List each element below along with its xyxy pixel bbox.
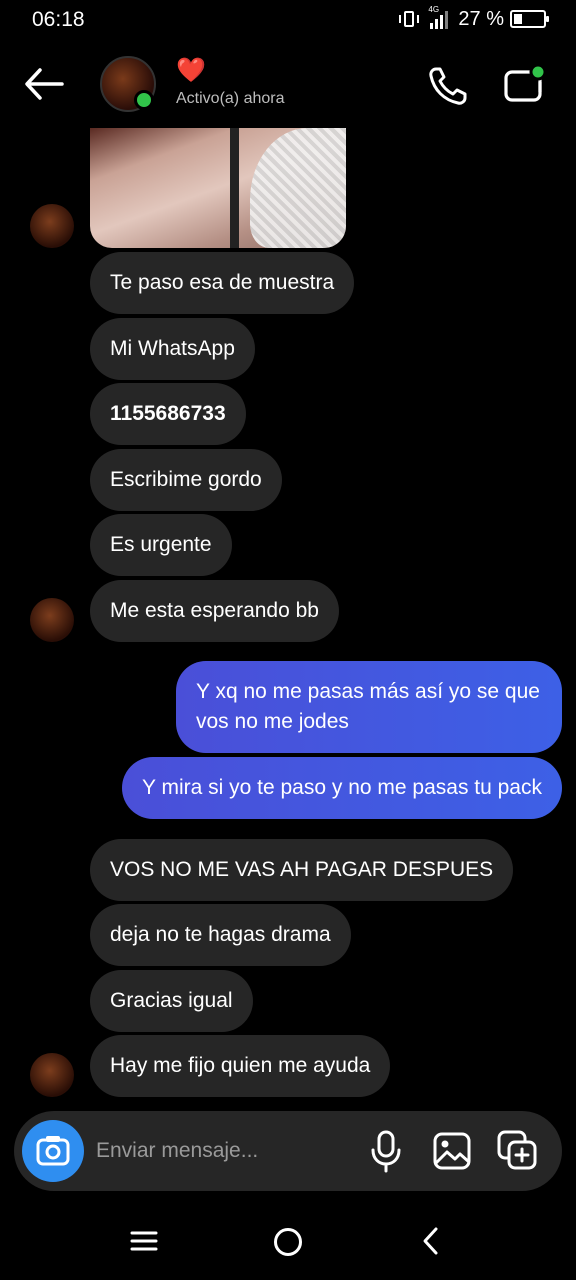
- sender-avatar[interactable]: [30, 1053, 74, 1097]
- battery-percent: 27 %: [458, 7, 504, 30]
- activity-status: Activo(a) ahora: [176, 90, 285, 107]
- outgoing-message[interactable]: Y mira si yo te paso y no me pasas tu pa…: [122, 757, 562, 819]
- home-icon[interactable]: [274, 1228, 302, 1256]
- sender-avatar[interactable]: [30, 204, 74, 248]
- camera-button[interactable]: [22, 1120, 84, 1182]
- incoming-message[interactable]: deja no te hagas drama: [90, 904, 351, 966]
- camera-icon: [36, 1136, 70, 1166]
- clock: 06:18: [32, 8, 85, 31]
- back-chevron-icon[interactable]: [420, 1226, 442, 1256]
- chat-header: ❤️ Activo(a) ahora: [0, 50, 576, 120]
- microphone-icon[interactable]: [370, 1129, 402, 1173]
- message-thread[interactable]: Te paso esa de muestra Mi WhatsApp 11556…: [0, 128, 576, 1103]
- sender-avatar[interactable]: [30, 598, 74, 642]
- network-type: 4G: [428, 5, 440, 14]
- video-call-icon[interactable]: [500, 64, 550, 108]
- incoming-message[interactable]: Escribime gordo: [90, 449, 282, 511]
- vibrate-icon: [398, 8, 420, 30]
- recent-apps-icon[interactable]: [130, 1228, 158, 1254]
- outgoing-message[interactable]: Y xq no me pasas más así yo se que vos n…: [176, 661, 562, 753]
- incoming-message[interactable]: Me esta esperando bb: [90, 580, 339, 642]
- incoming-message[interactable]: Es urgente: [90, 514, 232, 576]
- incoming-message[interactable]: Gracias igual: [90, 970, 253, 1032]
- message-composer: Enviar mensaje...: [14, 1111, 562, 1191]
- photo-message[interactable]: [90, 128, 346, 248]
- online-indicator: [134, 90, 154, 110]
- contact-status-emoji[interactable]: ❤️: [176, 56, 206, 85]
- incoming-message[interactable]: Hay me fijo quien me ayuda: [90, 1035, 391, 1097]
- signal-icon: 4G: [426, 5, 452, 31]
- battery-icon: [510, 10, 549, 28]
- phone-icon[interactable]: [426, 64, 470, 108]
- status-bar: 06:18 4G 27 %: [0, 0, 576, 40]
- back-arrow-icon[interactable]: [22, 64, 66, 104]
- gallery-icon[interactable]: [432, 1131, 472, 1171]
- status-icons: 4G 27 %: [398, 5, 549, 32]
- incoming-message[interactable]: Mi WhatsApp: [90, 318, 255, 380]
- incoming-message[interactable]: Te paso esa de muestra: [90, 252, 355, 314]
- sticker-icon[interactable]: [496, 1129, 538, 1171]
- incoming-message[interactable]: VOS NO ME VAS AH PAGAR DESPUES: [90, 839, 514, 901]
- system-navigation-bar: [0, 1200, 576, 1280]
- message-input[interactable]: Enviar mensaje...: [96, 1139, 258, 1163]
- incoming-message[interactable]: 1155686733: [90, 383, 246, 445]
